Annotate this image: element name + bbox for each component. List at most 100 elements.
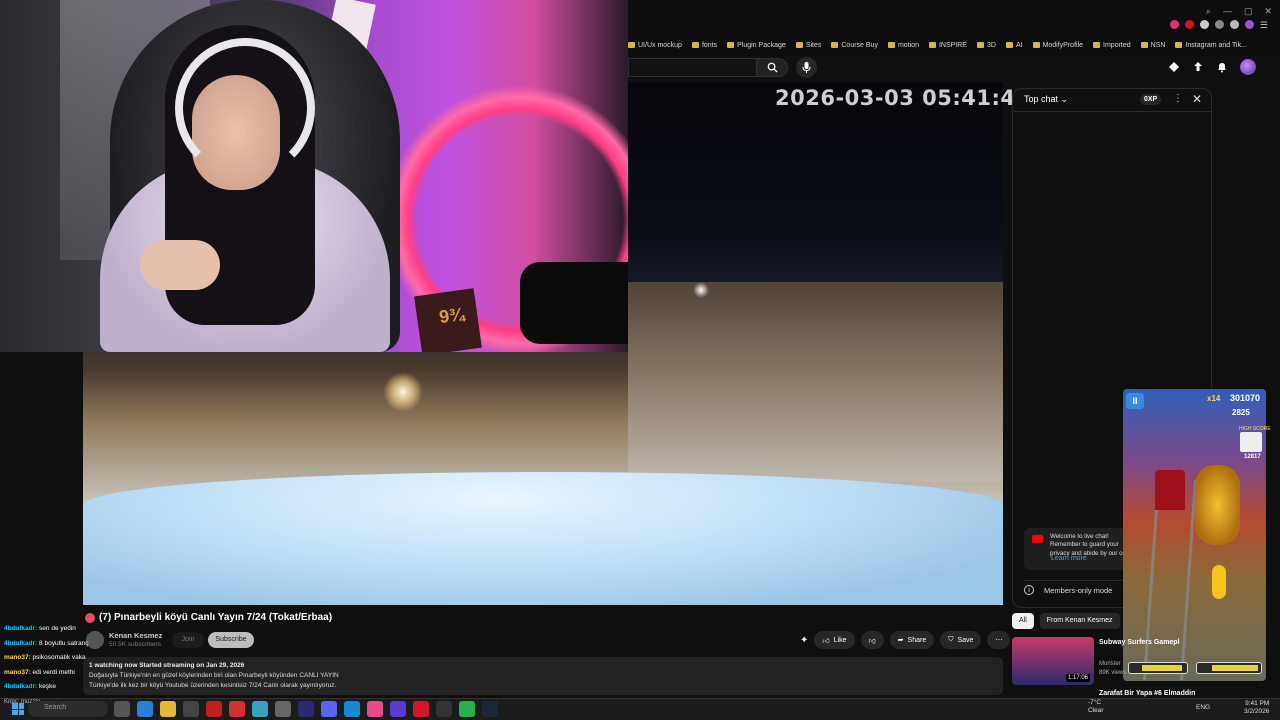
bookmark-item[interactable]: 3D — [976, 42, 996, 49]
bookmark-item[interactable]: Sites — [795, 42, 821, 49]
xp-badge[interactable]: 0XP — [1140, 94, 1162, 105]
subscribe-button[interactable]: Subscribe — [208, 632, 254, 648]
join-button[interactable]: Join — [172, 632, 204, 648]
minimize-icon[interactable]: — — [1223, 6, 1232, 17]
create-icon[interactable] — [1168, 61, 1180, 73]
extension-icon[interactable] — [1184, 20, 1194, 29]
app-icon[interactable] — [114, 701, 130, 717]
bookmark-item[interactable]: Instagram and Tik... — [1175, 42, 1247, 49]
share-button[interactable]: ➦ Share — [889, 631, 935, 649]
chat-username: 4bdulkadr: — [4, 639, 38, 647]
street-light — [693, 282, 709, 298]
recommendation-title-text: Subway Surfers Gamepl — [1099, 639, 1180, 646]
search-input[interactable] — [628, 58, 756, 77]
windows-start-icon[interactable] — [12, 703, 24, 715]
bookmark-item[interactable]: fonts — [691, 42, 717, 49]
bookmark-item[interactable]: NSN — [1140, 42, 1165, 49]
extension-icon[interactable] — [1199, 20, 1209, 29]
app-icon[interactable] — [183, 701, 199, 717]
acrobat-icon[interactable] — [206, 701, 222, 717]
language-indicator[interactable]: ENG — [1196, 704, 1210, 711]
thumbs-up-icon: 👍︎ — [822, 637, 830, 645]
menu-icon[interactable]: ☰ — [1260, 20, 1268, 31]
webcam-overlay: 9¾ — [0, 0, 628, 352]
app-icon[interactable] — [344, 701, 360, 717]
folder-icon[interactable] — [160, 701, 176, 717]
taskbar-clock[interactable]: 9:41 PM 3/2/2026 — [1244, 700, 1269, 717]
extension-icon[interactable] — [1229, 20, 1239, 29]
folder-icon — [976, 42, 984, 48]
extension-icon[interactable] — [1169, 20, 1179, 29]
recommendation-meta: Monster 89K views — [1099, 660, 1126, 678]
high-score-avatar — [1240, 432, 1262, 452]
welcome-text: Welcome to live chat! Remember to guard … — [1050, 533, 1126, 557]
close-icon[interactable]: ✕ — [1264, 6, 1272, 17]
info-icon[interactable]: i — [1024, 585, 1034, 595]
maximize-icon[interactable]: ▢ — [1244, 6, 1253, 17]
whatsapp-icon[interactable] — [459, 701, 475, 717]
edge-icon[interactable] — [137, 701, 153, 717]
bookmark-item[interactable]: Plugin Package — [727, 42, 786, 49]
taskbar-search[interactable]: Search — [28, 701, 108, 717]
chip-from-channel[interactable]: From Kenan Kesmez — [1039, 613, 1120, 629]
bell-icon[interactable] — [1216, 61, 1228, 73]
folder-icon — [628, 42, 635, 48]
clip-icon[interactable]: ✦ — [800, 635, 808, 646]
after-effects-icon[interactable] — [298, 701, 314, 717]
window-controls: ⌕ — ▢ ✕ — [1206, 6, 1272, 17]
folder-icon — [691, 42, 699, 48]
like-button[interactable]: 👍︎ Like — [814, 631, 855, 649]
app-icon[interactable] — [436, 701, 452, 717]
more-options-icon[interactable]: ⋮ — [1173, 93, 1183, 104]
bookmark-item[interactable]: AI — [1005, 42, 1023, 49]
recommendation-title[interactable]: Zarafat Bir Yapa #6 Elmaddin — [1099, 690, 1195, 697]
account-avatar[interactable] — [1240, 59, 1256, 75]
weather-temp: -7°C — [1088, 699, 1102, 706]
bookmark-item[interactable]: Imported — [1093, 42, 1131, 49]
score-multiplier: x14 — [1207, 394, 1221, 403]
save-button[interactable]: ⛉ Save — [940, 631, 982, 649]
learn-more-link[interactable]: Learn more — [1051, 555, 1087, 562]
profile-icon[interactable] — [1244, 20, 1254, 29]
members-only-notice: Members-only mode — [1024, 580, 1134, 600]
top-chat-dropdown[interactable]: Top chat ⌄ — [1024, 94, 1068, 105]
voice-search-button[interactable] — [796, 57, 817, 78]
chat-username: 4bdulkadr: — [4, 683, 38, 691]
more-icon: ⋯ — [995, 637, 1003, 644]
channel-name[interactable]: Kenan Kesmez — [109, 631, 162, 640]
powerup-fill — [1142, 665, 1182, 671]
chevron-down-icon: ⌄ — [1060, 94, 1069, 104]
close-icon[interactable]: ✕ — [1192, 92, 1202, 106]
description-text: Doğasıyla Türkiye'nin en güzel köylerind… — [89, 672, 339, 679]
dislike-button[interactable]: 👎︎ — [860, 631, 884, 649]
chip-all[interactable]: All — [1012, 613, 1034, 629]
chat-username: mano37: — [4, 654, 31, 662]
coin-icon — [1212, 565, 1226, 599]
share-label: Share — [907, 636, 927, 644]
app-icon[interactable] — [367, 701, 383, 717]
bookmark-item[interactable]: UI/Ux mockup — [628, 42, 682, 49]
chrome-icon[interactable] — [229, 701, 245, 717]
search-icon[interactable]: ⌕ — [1206, 6, 1211, 17]
clock-date: 3/2/2026 — [1244, 708, 1270, 716]
bookmark-item[interactable]: ModifyProfile — [1032, 42, 1083, 49]
app-icon[interactable] — [390, 701, 406, 717]
extension-icon[interactable] — [1214, 20, 1224, 29]
weather-widget[interactable]: -7°C Clear — [1088, 699, 1104, 715]
recommendation-title[interactable]: Subway Surfers Gamepl — [1099, 638, 1180, 647]
app-icon[interactable] — [275, 701, 291, 717]
snow-roof — [83, 472, 1003, 605]
video-actions: ✦ 👍︎ Like 👎︎ ➦ Share ⛉ Save ⋯ — [800, 631, 1011, 649]
app-icon[interactable] — [252, 701, 268, 717]
steam-icon[interactable] — [482, 701, 498, 717]
bookmark-label: UI/Ux mockup — [638, 41, 682, 49]
camera-timestamp: 2026-03-03 05:41:45 — [775, 86, 1031, 110]
bookmark-item[interactable]: INSPIRE — [928, 42, 967, 49]
search-button[interactable] — [756, 58, 788, 77]
discord-icon[interactable] — [321, 701, 337, 717]
opera-icon[interactable] — [413, 701, 429, 717]
bookmark-item[interactable]: motion — [887, 42, 919, 49]
more-actions-button[interactable]: ⋯ — [987, 631, 1011, 649]
upload-icon[interactable] — [1192, 61, 1204, 73]
bookmark-item[interactable]: Course Buy — [831, 42, 878, 49]
